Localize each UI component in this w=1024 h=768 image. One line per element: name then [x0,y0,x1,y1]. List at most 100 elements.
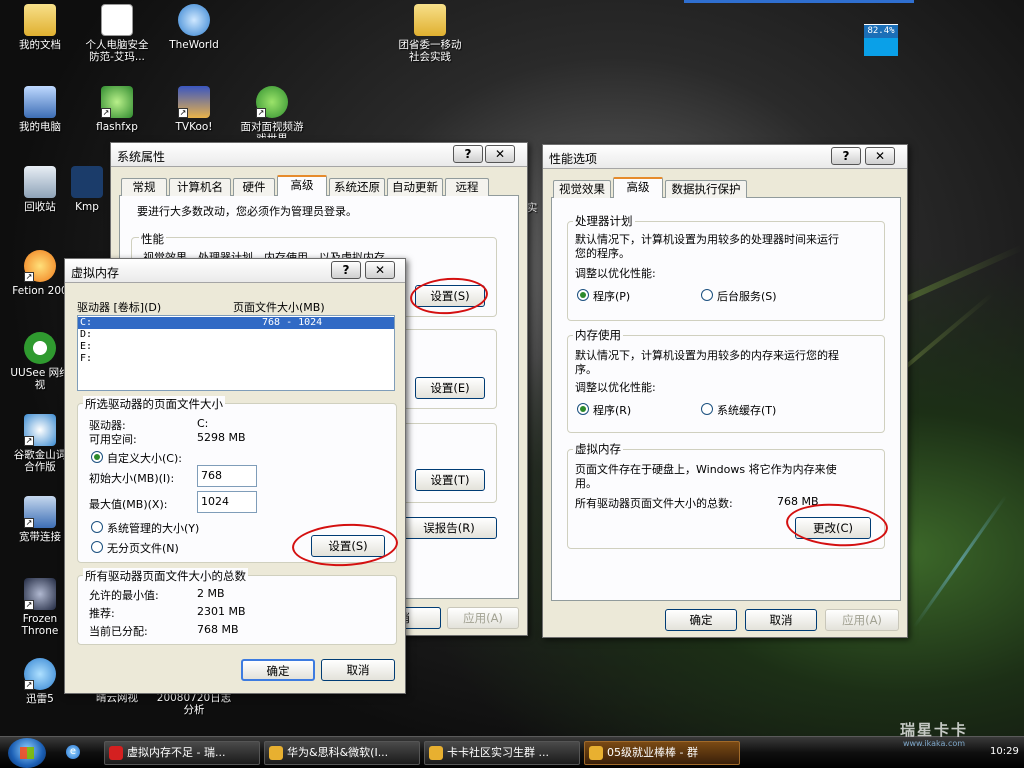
custom-size-radio[interactable] [91,451,103,463]
tab-visual-effects[interactable]: 视觉效果 [553,180,611,198]
taskbar-item-label: 华为&思科&微软(I... [287,746,389,759]
min-allowed-label: 允许的最小值: [89,589,159,602]
rising-icon [109,746,123,760]
close-button[interactable]: ✕ [865,147,895,165]
background-services-radio[interactable] [701,289,713,301]
tab-remote[interactable]: 远程 [445,178,489,196]
title-bar[interactable]: 性能选项 ? ✕ [543,145,907,169]
drive-letter: D: [80,329,93,340]
set-button[interactable]: 设置(S) [311,535,385,557]
help-button[interactable]: ? [331,261,361,279]
close-button[interactable]: ✕ [485,145,515,163]
no-pagefile-label[interactable]: 无分页文件(N) [107,540,179,556]
qq-group-icon [429,746,443,760]
recommended-label: 推荐: [89,607,115,620]
desktop-icon-label: 20080720日志 分析 [156,692,232,716]
cpu-meter: 82.4% [864,24,898,56]
title-bar[interactable]: 虚拟内存 ? ✕ [65,259,405,283]
taskbar-item-label: 05级就业棒棒 - 群 [607,746,698,759]
recommended-value: 2301 MB [197,605,246,618]
no-pagefile-radio[interactable] [91,541,103,553]
system-cache-radio[interactable] [701,403,713,415]
system-managed-label[interactable]: 系统管理的大小(Y) [107,520,199,536]
drive-row-d[interactable]: D: [78,329,394,341]
desktop-icon-security-doc[interactable]: 个人电脑安全 防范-艾玛... [77,4,157,63]
desktop-icon-label: TheWorld [169,39,219,51]
drive-letter: E: [80,341,93,352]
desktop-icon-flashfxp[interactable]: ↗ flashfxp [77,86,157,133]
error-reporting-button[interactable]: 误报告(R) [401,517,497,539]
tab-computer-name[interactable]: 计算机名 [169,178,231,196]
background-services-label[interactable]: 后台服务(S) [717,288,777,304]
taskbar-item-virtual-memory[interactable]: 虚拟内存不足 - 瑞... [104,741,260,765]
taskbar-item-kaka[interactable]: 卡卡社区实习生群 ... [424,741,580,765]
optimize-label-memory: 调整以优化性能: [575,381,656,394]
tab-hardware[interactable]: 硬件 [233,178,275,196]
apply-button[interactable]: 应用(A) [447,607,519,629]
help-button[interactable]: ? [831,147,861,165]
taskbar-item-05-group[interactable]: 05级就业棒棒 - 群 [584,741,740,765]
tab-system-restore[interactable]: 系统还原 [329,178,385,196]
taskbar-item-label: 卡卡社区实习生群 ... [447,746,549,759]
current-allocated-label: 当前已分配: [89,625,148,638]
system-cache-label[interactable]: 系统缓存(T) [717,402,776,418]
tab-general[interactable]: 常规 [121,178,167,196]
desktop-icon-social-practice[interactable]: 团省委一移动 社会实践 [390,4,470,63]
taskbar-item-label: 虚拟内存不足 - 瑞... [127,746,226,759]
window-title: 虚拟内存 [71,266,120,280]
tab-dep[interactable]: 数据执行保护 [665,180,747,198]
desktop-icon-label: Kmp [75,201,99,213]
drive-list[interactable]: C: 768 - 1024 D: E: F: [77,315,395,391]
performance-settings-button[interactable]: 设置(S) [415,285,485,307]
tab-advanced[interactable]: 高级 [277,175,327,196]
desktop-icon-my-computer[interactable]: 我的电脑 [0,86,80,133]
user-profiles-settings-button[interactable]: 设置(E) [415,377,485,399]
processor-desc-line2: 您的程序。 [575,247,630,260]
drive-row-c[interactable]: C: 768 - 1024 [78,317,394,329]
ok-button[interactable]: 确定 [665,609,737,631]
desktop-icon-label: 迅雷5 [26,693,54,705]
initial-size-label: 初始大小(MB)(I): [89,472,175,485]
apply-button[interactable]: 应用(A) [825,609,899,631]
change-button[interactable]: 更改(C) [795,517,871,539]
programs-memory-label[interactable]: 程序(R) [593,402,631,418]
cancel-button[interactable]: 取消 [745,609,817,631]
programs-memory-radio[interactable] [577,403,589,415]
drive-row-f[interactable]: F: [78,353,394,365]
desktop-icon-tvkoo[interactable]: ↗ TVKoo! [154,86,234,133]
help-button[interactable]: ? [453,145,483,163]
clock[interactable]: 10:29 [990,746,1019,757]
memory-desc-line2: 序。 [575,363,597,376]
programs-radio-label[interactable]: 程序(P) [593,288,630,304]
free-space-label: 可用空间: [89,433,137,446]
desktop-icon-kmp[interactable]: Kmp [62,166,112,213]
shortcut-arrow-icon: ↗ [24,680,34,690]
max-size-input[interactable]: 1024 [197,491,257,513]
close-button[interactable]: ✕ [365,261,395,279]
shortcut-arrow-icon: ↗ [101,108,111,118]
title-bar[interactable]: 系统属性 ? ✕ [111,143,527,167]
vm-total-label: 所有驱动器页面文件大小的总数: [575,497,733,510]
desktop-icon-label: 我的电脑 [19,121,61,133]
initial-size-input[interactable]: 768 [197,465,257,487]
programs-radio[interactable] [577,289,589,301]
desktop-icon-log-analysis[interactable]: 20080720日志 分析 [154,692,234,716]
total-pagefile-group-label: 所有驱动器页面文件大小的总数 [83,568,248,584]
desktop-icon-video-game[interactable]: ↗ 面对面视频游 戏世界 [232,86,312,138]
ok-button[interactable]: 确定 [241,659,315,681]
startup-recovery-settings-button[interactable]: 设置(T) [415,469,485,491]
ie-quicklaunch-icon[interactable]: e [66,745,80,759]
warcraft-icon: ↗ [24,578,56,610]
tab-automatic-updates[interactable]: 自动更新 [387,178,443,196]
start-button[interactable] [8,738,46,768]
desktop-icon-theworld[interactable]: TheWorld [154,4,234,51]
custom-size-label[interactable]: 自定义大小(C): [107,450,182,466]
desktop-icon-my-documents[interactable]: 我的文档 [0,4,80,51]
system-managed-radio[interactable] [91,521,103,533]
taskbar-item-huawei[interactable]: 华为&思科&微软(I... [264,741,420,765]
tab-advanced[interactable]: 高级 [613,177,663,198]
qq-group-icon [269,746,283,760]
drive-row-e[interactable]: E: [78,341,394,353]
drive-column-header: 驱动器 [卷标](D) [77,301,162,314]
cancel-button[interactable]: 取消 [321,659,395,681]
